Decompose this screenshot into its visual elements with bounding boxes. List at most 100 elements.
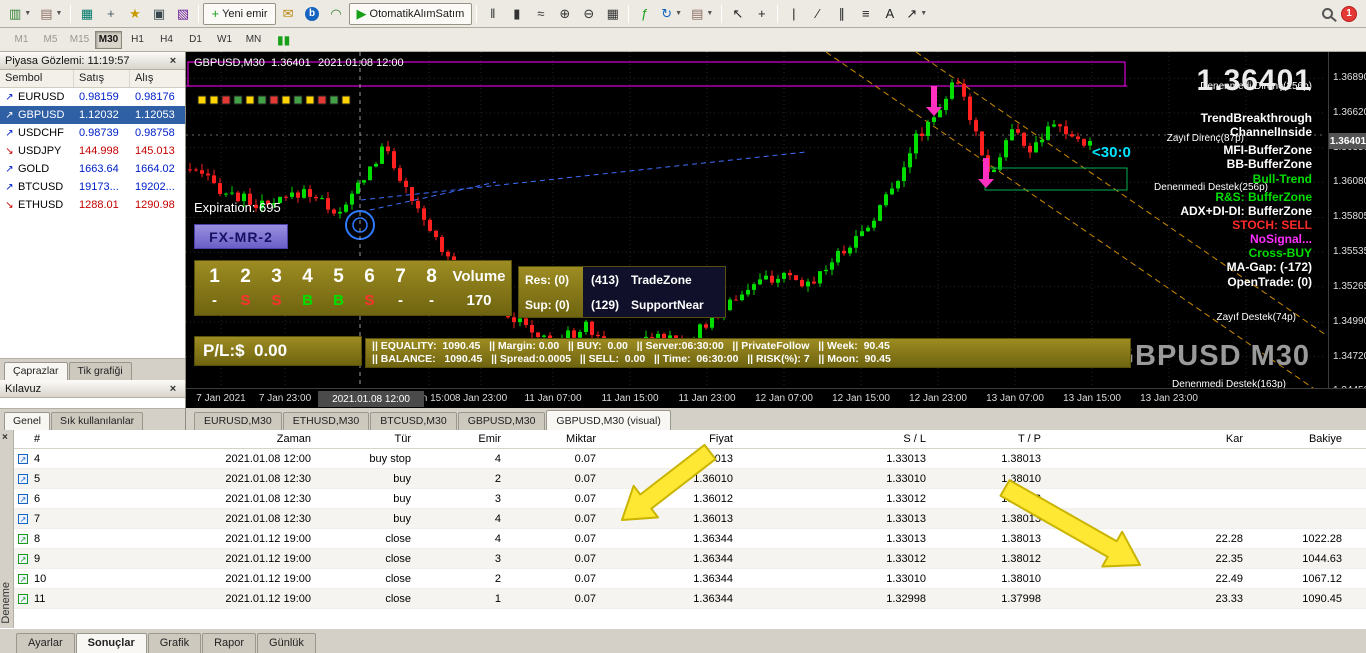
autotrading-button[interactable]: ▶ OtomatikAlımSatım [348,2,473,25]
symbol-label: BTCUSD [18,181,64,193]
market-watch-button[interactable]: ▦ [75,3,98,25]
table-row[interactable]: ↗ 9 2021.01.12 19:00 close 3 0.07 1.36344 1.330… [14,549,1366,569]
new-chart-button[interactable]: ▥ ▼ [5,3,35,25]
chart-tab[interactable]: GBPUSD,M30 [457,412,546,430]
price-cell: 1.36013 [693,452,733,465]
search-icon[interactable] [1322,8,1333,19]
notifications-badge[interactable]: 1 [1341,5,1357,22]
zoom-in-button[interactable]: ⊕ [553,3,576,25]
timeframe-m15[interactable]: M15 [66,31,93,49]
table-row[interactable]: ↗ 11 2021.01.12 19:00 close 1 0.07 1.36344 1.32… [14,589,1366,609]
timeframe-h1[interactable]: H1 [124,31,151,49]
close-icon[interactable]: × [166,55,180,67]
column-header[interactable]: Tür [315,433,415,445]
table-row[interactable]: ↗ 7 2021.01.08 12:30 buy 4 0.07 1.36013 1.33013… [14,509,1366,529]
tester-tab-bar: Ayarlar Sonuçlar Grafik Rapor Günlük [0,628,1366,653]
timeframe-m5[interactable]: M5 [37,31,64,49]
column-header[interactable]: S / L [737,433,930,445]
close-icon[interactable]: × [166,383,180,395]
price-scale-label: 1.36620 [1333,107,1366,118]
chart-tab[interactable]: BTCUSD,M30 [370,412,457,430]
chart-tab[interactable]: EURUSD,M30 [194,412,282,430]
market-watch-row[interactable]: ↗ USDCHF 0.98739 0.98758 [0,124,185,142]
column-header[interactable]: Fiyat [600,433,737,445]
chart-area[interactable]: GBPUSD,M30 1.36401 2021.01.08 12:00 1.36… [186,52,1366,408]
market-watch-row[interactable]: ↗ EURUSD 0.98159 0.98176 [0,88,185,106]
mail-button[interactable]: ✉ [277,3,300,25]
column-header[interactable]: Bakiye [1247,433,1366,445]
tester-tab[interactable]: Grafik [147,633,202,653]
market-watch-row[interactable]: ↘ ETHUSD 1288.01 1290.98 [0,196,185,214]
line-chart-button[interactable]: ≈ [529,3,552,25]
navigator-button[interactable]: ★ [123,3,146,25]
time-axis[interactable]: 2021.01.08 12:00 7 Jan 2021 7 Jan 23:00 8 … [186,388,1366,408]
signal-column: 1- [199,264,230,315]
cursor-button[interactable]: ↖ [726,3,749,25]
chart-tab[interactable]: ETHUSD,M30 [282,412,370,430]
tester-tab[interactable]: Günlük [257,633,316,653]
toolbar-separator [70,4,72,23]
chart-tab[interactable]: GBPUSD,M30 (visual) [546,410,671,430]
column-header[interactable]: Zaman [48,433,315,445]
new-order-button[interactable]: + Yeni emir [203,2,276,25]
column-header[interactable]: # [14,433,48,445]
terminal-button[interactable]: ▣ [147,3,170,25]
fibo-button[interactable]: ≡ [854,3,877,25]
table-row[interactable]: ↗ 5 2021.01.08 12:30 buy 2 0.07 1.36010 1.33010… [14,469,1366,489]
column-header[interactable]: Miktar [505,433,600,445]
navigator-tabs: Genel Sık kullanılanlar [0,408,185,430]
tile-windows-button[interactable]: ▦ [601,3,624,25]
price-scale[interactable]: 1.368901.366201.363501.360801.358051.355… [1328,52,1366,396]
arrows-button[interactable]: ↗ ▼ [902,3,931,25]
column-header[interactable]: Emir [415,433,505,445]
vline-button[interactable]: | [782,3,805,25]
timeframe-m30[interactable]: M30 [95,30,122,49]
tester-tab[interactable]: Ayarlar [16,633,75,653]
community-button[interactable]: b [301,3,324,25]
strategy-tester-button[interactable]: ▧ [171,3,194,25]
arrows-icon: ↗ [906,6,918,21]
trendline-button[interactable]: ∕ [806,3,829,25]
data-window-button[interactable]: + [99,3,122,25]
candle-chart-icon[interactable]: ▮▮ [277,33,290,47]
channel-button[interactable]: ∥ [830,3,853,25]
timeframe-d1[interactable]: D1 [182,31,209,49]
table-row[interactable]: ↗ 8 2021.01.12 19:00 close 4 0.07 1.36344 1.330… [14,529,1366,549]
market-watch-row[interactable]: ↘ USDJPY 144.998 145.013 [0,142,185,160]
column-ask[interactable]: Alış [130,70,184,87]
market-watch-row[interactable]: ↗ BTCUSD 19173... 19202... [0,178,185,196]
market-watch-tab[interactable]: Tik grafiği [68,362,132,380]
table-row[interactable]: ↗ 10 2021.01.12 19:00 close 2 0.07 1.36344 1.33… [14,569,1366,589]
close-icon[interactable]: × [2,432,8,443]
market-watch-row[interactable]: ↗ GOLD 1663.64 1664.02 [0,160,185,178]
zoom-out-button[interactable]: ⊖ [577,3,600,25]
crosshair-button[interactable]: + [750,3,773,25]
bar-chart-button[interactable]: ‖ [481,3,504,25]
navigator-tab[interactable]: Genel [4,412,51,430]
column-bid[interactable]: Satış [74,70,130,87]
table-row[interactable]: ↗ 4 2021.01.08 12:00 buy stop 4 0.07 1.36013 1.… [14,449,1366,469]
market-watch-row[interactable]: ↗ GBPUSD 1.12032 1.12053 [0,106,185,124]
timeframe-h4[interactable]: H4 [153,31,180,49]
tester-tab[interactable]: Rapor [202,633,257,653]
navigator-tab[interactable]: Sık kullanılanlar [51,412,144,430]
timeframe-w1[interactable]: W1 [211,31,238,49]
periods-button[interactable]: ↻ ▼ [657,3,686,25]
column-header[interactable]: T / P [930,433,1045,445]
timeframe-m1[interactable]: M1 [8,31,35,49]
ask-cell: 145.013 [135,145,175,157]
templates-button[interactable]: ▤ ▼ [687,3,717,25]
text-button[interactable]: A [878,3,901,25]
signal-panel: 1-2S3S4B5B6S7-8- Volume 170 [194,260,512,316]
tester-tab[interactable]: Sonuçlar [75,633,147,653]
support-button[interactable]: ◠ [325,3,348,25]
column-header[interactable]: Kar [1045,433,1247,445]
timeframe-mn[interactable]: MN [240,31,267,49]
profiles-button[interactable]: ▤ ▼ [36,3,66,25]
table-row[interactable]: ↗ 6 2021.01.08 12:30 buy 3 0.07 1.36012 1.33012… [14,489,1366,509]
indicators-button[interactable]: ƒ [633,3,656,25]
candle-chart-button[interactable]: ▮ [505,3,528,25]
chart-icon: ▥ [9,6,22,21]
market-watch-tab[interactable]: Çaprazlar [4,362,68,380]
column-symbol[interactable]: Sembol [0,70,74,87]
